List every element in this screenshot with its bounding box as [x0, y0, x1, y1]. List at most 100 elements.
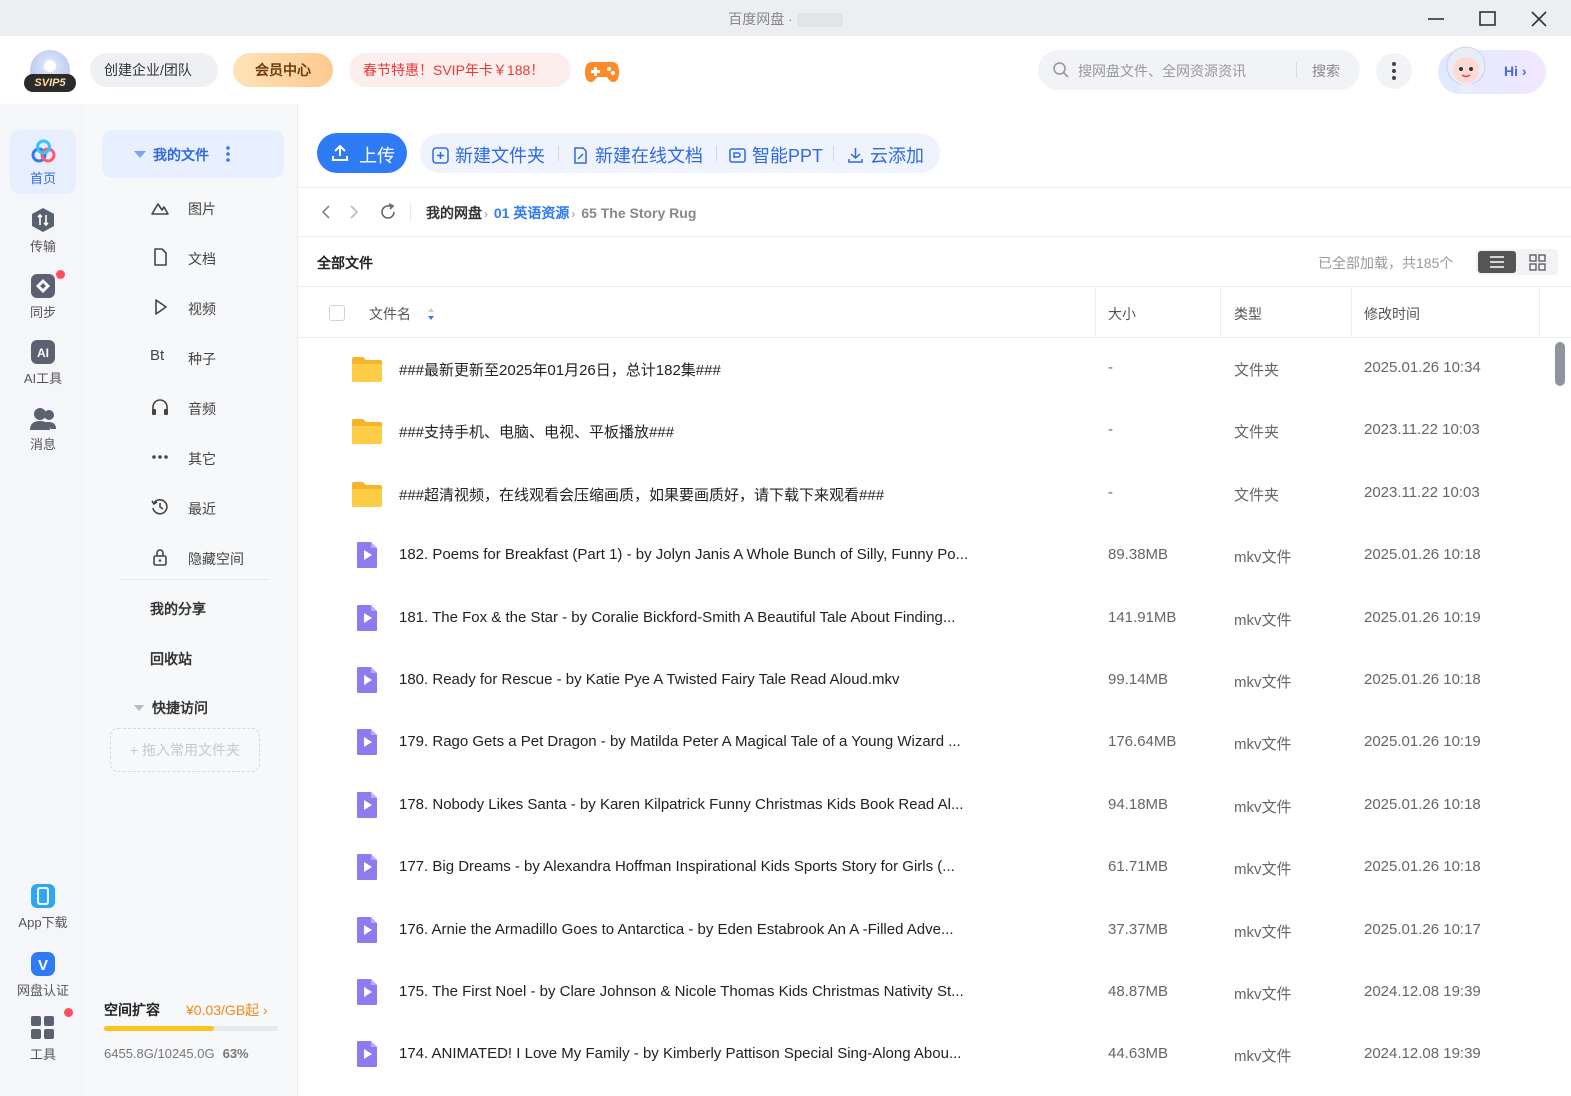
refresh-icon[interactable] — [378, 202, 398, 222]
nav-my-files[interactable]: 我的文件 — [102, 130, 284, 178]
minimize-button[interactable] — [1416, 6, 1456, 32]
lock-icon — [153, 549, 167, 566]
new-folder-icon — [432, 147, 449, 164]
video-icon — [155, 299, 167, 315]
table-row[interactable]: ###最新更新至2025年01月26日，总计182集### - 文件夹 2025.01… — [298, 338, 1543, 400]
breadcrumb-root[interactable]: 我的网盘 — [426, 205, 482, 221]
storage-progress-bar — [104, 1026, 278, 1031]
nav-item-audio[interactable]: 音频 — [142, 392, 282, 422]
svip-avatar[interactable]: SVIP5 — [22, 50, 78, 92]
file-type: mkv文件 — [1234, 1048, 1292, 1065]
file-modified: 2025.01.26 10:19 — [1364, 733, 1481, 750]
rail-item-app-download[interactable]: App下载 — [10, 874, 76, 936]
ppt-icon — [729, 148, 746, 163]
file-type: mkv文件 — [1234, 736, 1292, 753]
rail-item-transfer[interactable]: 传输 — [10, 198, 76, 260]
search-button[interactable]: 搜索 — [1312, 61, 1340, 81]
toolbar: 上传 新建文件夹 新建在线文档 智能PPT 云添加 — [298, 104, 1571, 188]
file-modified: 2024.12.08 19:39 — [1364, 983, 1481, 1000]
list-view-button[interactable] — [1478, 251, 1516, 273]
grid-view-button[interactable] — [1518, 251, 1556, 273]
file-size: - — [1108, 484, 1113, 501]
column-modified[interactable]: 修改时间 — [1364, 304, 1420, 324]
promo-banner[interactable]: 春节特惠！SVIP年卡￥188！ — [349, 53, 571, 87]
nav-item-other[interactable]: 其它 — [142, 442, 282, 472]
search-box[interactable]: 搜网盘文件、全网资源资讯 搜索 — [1038, 50, 1360, 90]
file-size: 61.71MB — [1108, 858, 1169, 875]
left-rail: 首页 传输 同步 AI AI工具 消息 App下载 V 网盘认证 工具 — [0, 104, 86, 1096]
table-row[interactable]: 176. Arnie the Armadillo Goes to Antarct… — [298, 900, 1543, 962]
column-name[interactable]: 文件名 — [369, 304, 411, 324]
new-folder-button[interactable]: 新建文件夹 — [432, 142, 545, 168]
hi-label: Hi › — [1504, 63, 1527, 79]
document-icon — [154, 248, 167, 266]
table-row[interactable]: ###支持手机、电脑、电视、平板播放### - 文件夹 2023.11.22 10:0… — [298, 400, 1543, 462]
file-type: mkv文件 — [1234, 674, 1292, 691]
nav-item-hidden-space[interactable]: 隐藏空间 — [142, 542, 282, 572]
sync-notification-dot — [56, 270, 65, 279]
search-input[interactable]: 搜网盘文件、全网资源资讯 — [1078, 61, 1246, 81]
table-row[interactable]: 174. ANIMATED! I Love My Family - by Kim… — [298, 1024, 1543, 1086]
nav-item-videos[interactable]: 视频 — [142, 292, 282, 322]
table-row[interactable]: 179. Rago Gets a Pet Dragon - by Matilda… — [298, 712, 1543, 774]
scrollbar[interactable] — [1555, 342, 1565, 386]
column-type[interactable]: 类型 — [1234, 304, 1262, 324]
table-row[interactable]: 182. Poems for Breakfast (Part 1) - by J… — [298, 525, 1543, 587]
back-icon[interactable] — [316, 202, 336, 222]
nav-item-documents[interactable]: 文档 — [142, 242, 282, 272]
smart-ppt-button[interactable]: 智能PPT — [729, 142, 823, 168]
forward-icon[interactable] — [344, 202, 364, 222]
recent-icon — [151, 499, 168, 515]
sort-icon[interactable] — [427, 307, 435, 321]
upload-button[interactable]: 上传 — [317, 133, 407, 173]
nav-quick-access[interactable]: 快捷访问 — [134, 698, 208, 718]
kebab-icon[interactable] — [226, 146, 230, 162]
vip-center-button[interactable]: 会员中心 — [233, 53, 333, 87]
rail-item-ai-tools[interactable]: AI AI工具 — [10, 330, 76, 392]
file-modified: 2025.01.26 10:18 — [1364, 858, 1481, 875]
video-file-icon — [357, 729, 377, 755]
create-team-button[interactable]: 创建企业/团队 — [90, 53, 218, 87]
nav-item-torrents[interactable]: Bt 种子 — [142, 342, 282, 372]
file-name: 179. Rago Gets a Pet Dragon - by Matilda… — [399, 733, 961, 750]
file-size: 176.64MB — [1108, 733, 1177, 750]
video-file-icon — [357, 792, 377, 818]
file-modified: 2025.01.26 10:17 — [1364, 921, 1481, 938]
column-size[interactable]: 大小 — [1108, 304, 1136, 324]
gamepad-icon[interactable] — [584, 58, 620, 84]
table-row[interactable]: ###超清视频，在线观看会压缩画质，如果要画质好，请下载下来观看### - 文件夹 2… — [298, 463, 1543, 525]
list-view-icon — [1490, 256, 1504, 268]
svg-text:V: V — [38, 957, 48, 974]
torrent-icon: Bt — [150, 347, 165, 364]
image-icon — [151, 203, 169, 215]
more-menu-button[interactable] — [1376, 53, 1412, 89]
table-row[interactable]: 181. The Fox & the Star - by Coralie Bic… — [298, 588, 1543, 650]
file-modified: 2023.11.22 10:03 — [1364, 421, 1480, 438]
file-name: 175. The First Noel - by Clare Johnson &… — [399, 983, 964, 1000]
rail-item-home[interactable]: 首页 — [10, 130, 76, 194]
nav-item-recent[interactable]: 最近 — [142, 492, 282, 522]
quick-access-drop-zone[interactable]: + 拖入常用文件夹 — [110, 728, 260, 772]
table-row[interactable]: 177. Big Dreams - by Alexandra Hoffman I… — [298, 837, 1543, 899]
close-window-button[interactable] — [1519, 6, 1559, 32]
rail-item-verify[interactable]: V 网盘认证 — [10, 942, 76, 1004]
nav-recycle-bin[interactable]: 回收站 — [150, 649, 192, 669]
folder-icon — [352, 482, 382, 507]
table-row[interactable]: 178. Nobody Likes Santa - by Karen Kilpa… — [298, 775, 1543, 837]
table-row[interactable]: 180. Ready for Rescue - by Katie Pye A T… — [298, 650, 1543, 712]
rail-item-sync[interactable]: 同步 — [10, 264, 76, 326]
storage-panel: 空间扩容 ¥0.03/GB起 › 6455.8G/10245.0G 63% — [104, 1000, 280, 1061]
file-name: 182. Poems for Breakfast (Part 1) - by J… — [399, 546, 969, 563]
storage-upgrade-link[interactable]: ¥0.03/GB起 › — [186, 1000, 268, 1020]
file-name: 181. The Fox & the Star - by Coralie Bic… — [399, 609, 956, 626]
breadcrumb-level1[interactable]: 01 英语资源 — [494, 205, 569, 221]
maximize-button[interactable] — [1467, 6, 1507, 32]
cloud-add-button[interactable]: 云添加 — [847, 142, 924, 168]
assistant-button[interactable]: Hi › — [1438, 46, 1546, 94]
select-all-checkbox[interactable] — [329, 305, 345, 321]
nav-my-share[interactable]: 我的分享 — [150, 599, 206, 619]
table-row[interactable]: 175. The First Noel - by Clare Johnson &… — [298, 962, 1543, 1024]
new-online-doc-button[interactable]: 新建在线文档 — [572, 142, 703, 168]
rail-item-messages[interactable]: 消息 — [10, 396, 76, 458]
nav-item-images[interactable]: 图片 — [142, 192, 282, 222]
